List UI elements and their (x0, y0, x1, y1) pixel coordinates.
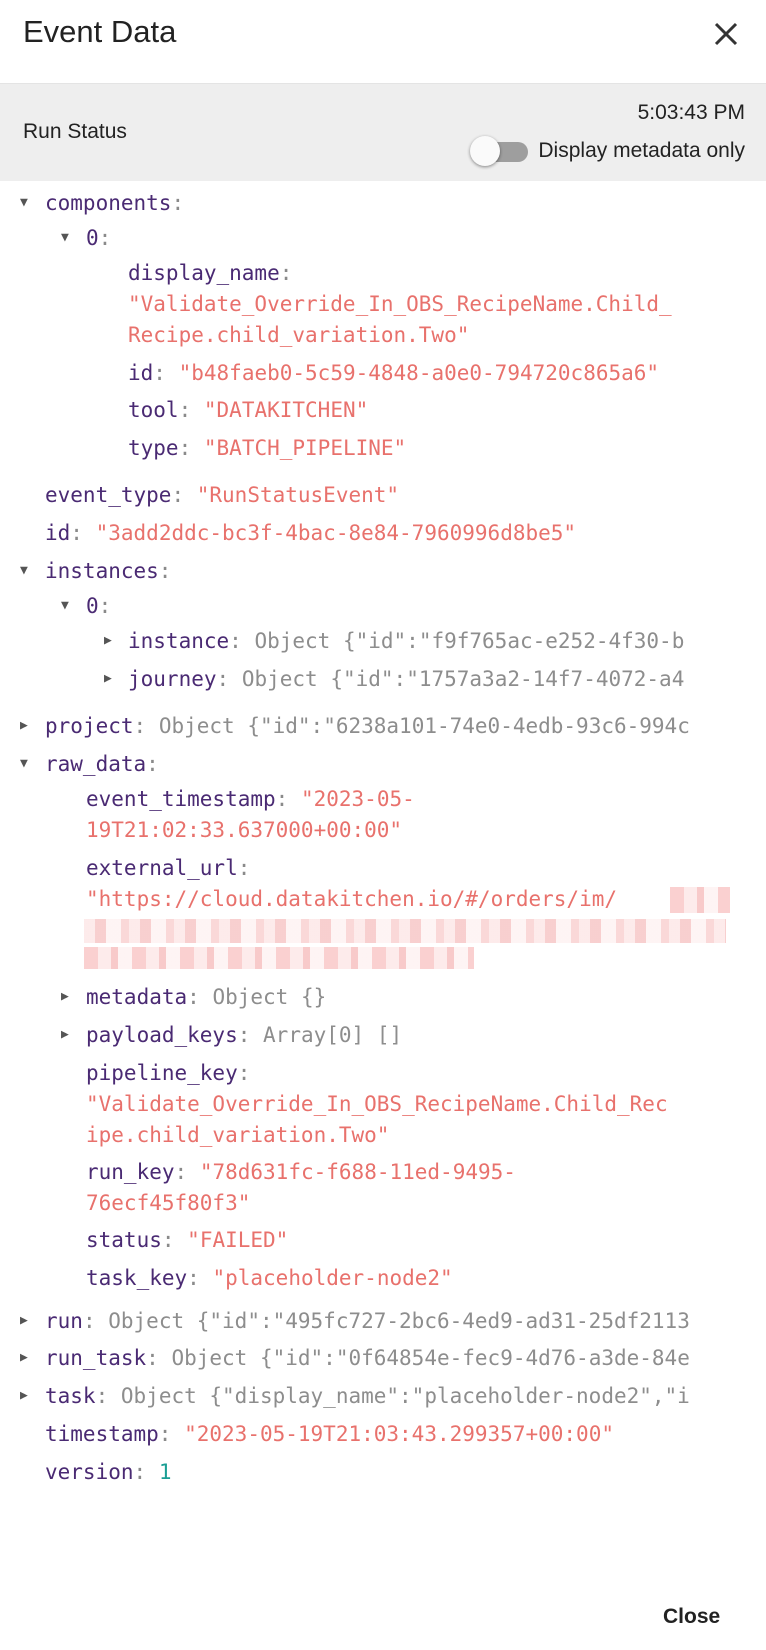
tree-field-status: status: "FAILED" (86, 1228, 289, 1252)
tree-field-tool: tool: "DATAKITCHEN" (128, 398, 369, 422)
redacted-url-segment (84, 947, 474, 969)
tree-node-components[interactable]: components: (45, 188, 184, 218)
triangle-right-icon[interactable]: ▶ (61, 982, 69, 1012)
tree-node-raw-data[interactable]: raw_data: (45, 749, 159, 779)
triangle-down-icon[interactable]: ▼ (61, 591, 69, 621)
close-x-icon[interactable] (710, 18, 742, 50)
tree-key-pipeline-key: pipeline_key: (86, 1061, 251, 1085)
tree-node-metadata[interactable]: metadata: Object {} (86, 982, 326, 1012)
tree-field-id: id: "3add2ddc-bc3f-4bac-8e84-7960996d8be… (45, 521, 577, 545)
tree-field-event-type: event_type: "RunStatusEvent" (45, 483, 400, 507)
tree-key-external-url: external_url: (86, 856, 251, 880)
triangle-right-icon[interactable]: ▶ (20, 1343, 28, 1373)
tree-field-run-key: run_key: "78d631fc-f688-11ed-9495- (86, 1160, 516, 1184)
tree-node-run[interactable]: run: Object {"id":"495fc727-2bc6-4ed9-ad… (45, 1306, 690, 1336)
event-time: 5:03:43 PM (637, 101, 745, 124)
triangle-right-icon[interactable]: ▶ (104, 626, 112, 656)
tree-field-component-id: id: "b48faeb0-5c59-4848-a0e0-794720c865a… (128, 361, 660, 385)
tree-node-journey[interactable]: journey: Object {"id":"1757a3a2-14f7-407… (128, 664, 684, 694)
triangle-right-icon[interactable]: ▶ (104, 664, 112, 694)
tree-node-instance[interactable]: instance: Object {"id":"f9f765ac-e252-4f… (128, 626, 684, 656)
tree-value-pipeline-key-2: ipe.child_variation.Two" (86, 1123, 390, 1147)
dialog-header: Event Data (0, 0, 766, 84)
tree-node-run-task[interactable]: run_task: Object {"id":"0f64854e-fec9-4d… (45, 1343, 690, 1373)
triangle-down-icon[interactable]: ▼ (20, 188, 28, 218)
tree-node-project[interactable]: project: Object {"id":"6238a101-74e0-4ed… (45, 711, 690, 741)
tree-value-event-timestamp-2: 19T21:02:33.637000+00:00" (86, 818, 403, 842)
triangle-right-icon[interactable]: ▶ (20, 711, 28, 741)
triangle-right-icon[interactable]: ▶ (61, 1020, 69, 1050)
tree-field-type: type: "BATCH_PIPELINE" (128, 436, 407, 460)
tree-field-event-timestamp: event_timestamp: "2023-05- (86, 787, 415, 811)
tree-value-run-key-2: 76ecf45f80f3" (86, 1191, 251, 1215)
tree-node-payload-keys[interactable]: payload_keys: Array[0] [] (86, 1020, 402, 1050)
tree-value-display-name-2: Recipe.child_variation.Two" (128, 323, 470, 347)
close-button[interactable]: Close (663, 1605, 720, 1629)
run-status-bar: Run Status 5:03:43 PM Display metadata o… (0, 84, 766, 181)
triangle-down-icon[interactable]: ▼ (20, 749, 28, 779)
run-status-label: Run Status (23, 120, 127, 143)
tree-key-display-name: display_name: (128, 261, 293, 285)
tree-field-timestamp: timestamp: "2023-05-19T21:03:43.299357+0… (45, 1422, 614, 1446)
tree-field-task-key: task_key: "placeholder-node2" (86, 1266, 453, 1290)
tree-value-external-url-1: "https://cloud.datakitchen.io/#/orders/i… (86, 887, 618, 911)
tree-node-component-0[interactable]: 0: (86, 223, 111, 253)
tree-field-version: version: 1 (45, 1460, 172, 1484)
event-json-tree: ▼ components: ▼ 0: display_name: "Valida… (0, 181, 766, 1571)
tree-value-display-name-1: "Validate_Override_In_OBS_RecipeName.Chi… (128, 292, 672, 316)
metadata-only-label: Display metadata only (538, 139, 745, 162)
metadata-only-toggle[interactable] (470, 133, 529, 169)
tree-node-instance-0[interactable]: 0: (86, 591, 111, 621)
dialog-title: Event Data (23, 14, 177, 49)
triangle-down-icon[interactable]: ▼ (61, 223, 69, 253)
tree-value-pipeline-key-1: "Validate_Override_In_OBS_RecipeName.Chi… (86, 1092, 668, 1116)
redacted-url-segment (84, 919, 726, 943)
tree-node-instances[interactable]: instances: (45, 556, 171, 586)
metadata-toggle-group: Display metadata only (470, 133, 745, 169)
tree-node-task[interactable]: task: Object {"display_name":"placeholde… (45, 1381, 690, 1411)
triangle-right-icon[interactable]: ▶ (20, 1306, 28, 1336)
redacted-url-segment (670, 887, 730, 913)
triangle-right-icon[interactable]: ▶ (20, 1381, 28, 1411)
triangle-down-icon[interactable]: ▼ (20, 556, 28, 586)
